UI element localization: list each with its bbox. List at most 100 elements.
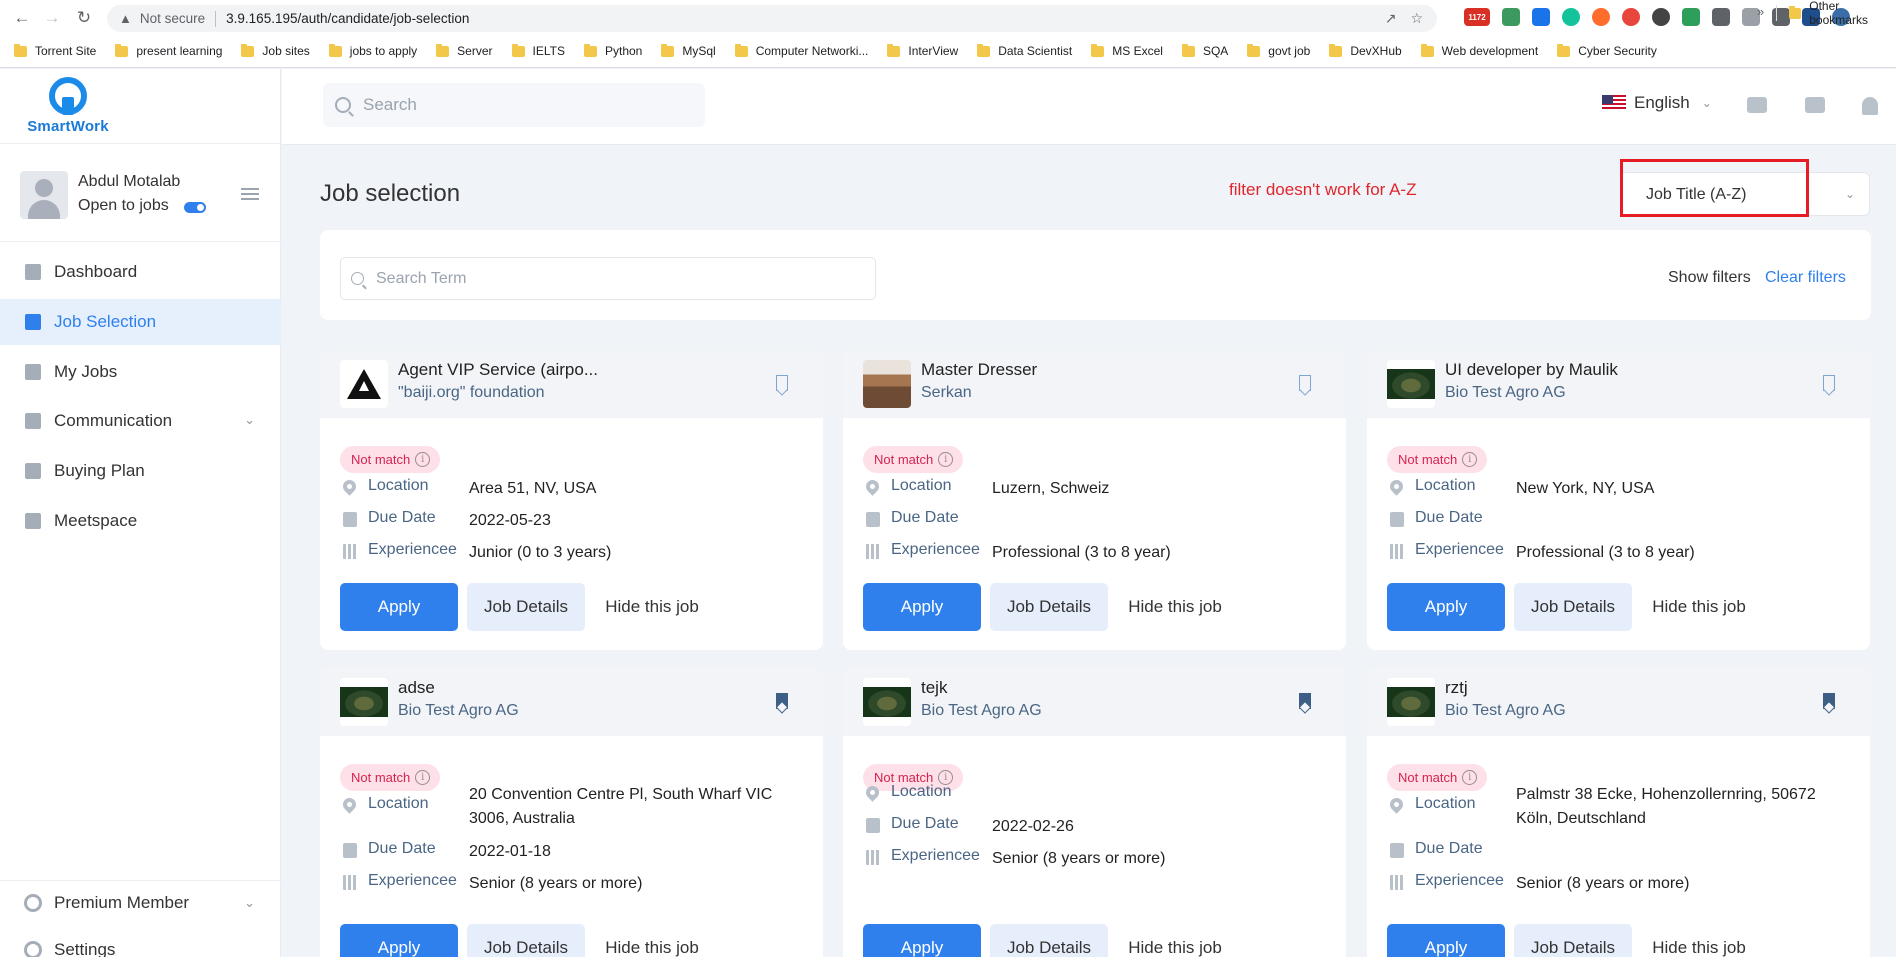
hide-job-button[interactable]: Hide this job <box>1115 583 1235 631</box>
apply-button[interactable]: Apply <box>340 583 458 631</box>
bookmark-item[interactable]: DevXHub <box>1329 43 1402 58</box>
job-details-button[interactable]: Job Details <box>990 583 1108 631</box>
bookmark-item[interactable]: Web development <box>1420 43 1538 58</box>
bookmark-item[interactable]: Cyber Security <box>1557 43 1657 58</box>
company-name[interactable]: "baiji.org" foundation <box>398 384 545 402</box>
company-name[interactable]: Bio Test Agro AG <box>921 702 1042 720</box>
bookmark-icon[interactable] <box>776 375 788 391</box>
hide-job-button[interactable]: Hide this job <box>1639 924 1759 957</box>
close-circle-extension-icon[interactable] <box>1592 8 1610 26</box>
job-title[interactable]: rztj <box>1445 678 1468 698</box>
url-text[interactable]: 3.9.165.195/auth/candidate/job-selection <box>226 11 469 26</box>
grammarly-icon[interactable] <box>1562 8 1580 26</box>
bookmark-item[interactable]: IELTS <box>511 43 565 58</box>
forward-arrow-icon[interactable]: → <box>40 7 64 29</box>
info-icon[interactable]: i <box>415 770 431 785</box>
bookmark-item[interactable]: InterView <box>887 43 958 58</box>
reload-icon[interactable]: ↻ <box>72 7 96 29</box>
job-details-button[interactable]: Job Details <box>1514 924 1632 957</box>
bookmark-item[interactable]: present learning <box>115 43 222 58</box>
bell-icon[interactable] <box>1862 97 1878 115</box>
show-filters-link[interactable]: Show filters <box>1668 269 1751 287</box>
search-term-field[interactable] <box>340 257 876 300</box>
shield-extension-icon[interactable] <box>1502 8 1520 26</box>
hide-job-button[interactable]: Hide this job <box>592 924 712 957</box>
bookmark-item[interactable]: Torrent Site <box>14 43 96 58</box>
share-icon[interactable]: ↗ <box>1385 10 1397 27</box>
apply-button[interactable]: Apply <box>340 924 458 957</box>
language-selector[interactable]: English ⌄ <box>1602 93 1712 113</box>
bookmark-item[interactable]: Server <box>436 43 493 58</box>
other-bookmarks[interactable]: Other bookmarks <box>1789 0 1896 27</box>
job-details-button[interactable]: Job Details <box>1514 583 1632 631</box>
open-to-jobs-toggle[interactable] <box>184 202 206 213</box>
sidebar-item-my-jobs[interactable]: My Jobs <box>0 349 281 395</box>
bookmark-icon[interactable] <box>776 693 788 709</box>
bookmark-icon[interactable] <box>1299 693 1311 709</box>
job-title[interactable]: UI developer by Maulik <box>1445 360 1618 380</box>
company-name[interactable]: Bio Test Agro AG <box>1445 702 1566 720</box>
sidebar-item-communication[interactable]: Communication ⌄ <box>0 398 281 444</box>
avatar[interactable] <box>20 171 68 219</box>
job-title[interactable]: adse <box>398 678 435 698</box>
gmail-extension-icon[interactable]: 1172 <box>1464 8 1490 26</box>
code-extension-icon[interactable] <box>1682 8 1700 26</box>
info-icon[interactable]: i <box>1462 770 1478 785</box>
apply-button[interactable]: Apply <box>863 583 981 631</box>
job-title[interactable]: tejk <box>921 678 947 698</box>
hide-job-button[interactable]: Hide this job <box>1115 924 1235 957</box>
job-title[interactable]: Agent VIP Service (airpo... <box>398 360 598 380</box>
star-icon[interactable]: ☆ <box>1410 10 1423 27</box>
global-search[interactable] <box>323 83 705 127</box>
bookmark-item[interactable]: Job sites <box>241 43 310 58</box>
red-extension-icon[interactable] <box>1622 8 1640 26</box>
sidebar-item-dashboard[interactable]: Dashboard <box>0 249 281 295</box>
drop-extension-icon[interactable] <box>1532 8 1550 26</box>
bookmark-item[interactable]: Computer Networki... <box>734 43 868 58</box>
logo[interactable]: SmartWork <box>18 77 118 135</box>
mouse-extension-icon[interactable] <box>1652 8 1670 26</box>
company-name[interactable]: Serkan <box>921 384 972 402</box>
sidebar-item-buying-plan[interactable]: Buying Plan <box>0 448 281 494</box>
bookmark-item[interactable]: govt job <box>1247 43 1310 58</box>
bookmark-icon[interactable] <box>1299 375 1311 391</box>
bookmark-item[interactable]: Data Scientist <box>977 43 1072 58</box>
apply-button[interactable]: Apply <box>863 924 981 957</box>
puzzle-icon[interactable] <box>1772 8 1790 26</box>
apply-button[interactable]: Apply <box>1387 583 1505 631</box>
clear-filters-link[interactable]: Clear filters <box>1765 269 1846 287</box>
info-icon[interactable]: i <box>415 452 431 467</box>
hide-job-button[interactable]: Hide this job <box>592 583 712 631</box>
sidebar-item-job-selection[interactable]: Job Selection <box>0 299 281 345</box>
bookmark-item[interactable]: Python <box>583 43 642 58</box>
bookmark-item[interactable]: jobs to apply <box>328 43 417 58</box>
menu-icon[interactable] <box>241 188 259 200</box>
back-arrow-icon[interactable]: ← <box>10 7 34 29</box>
bookmark-item[interactable]: MS Excel <box>1091 43 1163 58</box>
job-title[interactable]: Master Dresser <box>921 360 1037 380</box>
job-details-button[interactable]: Job Details <box>467 583 585 631</box>
hide-job-button[interactable]: Hide this job <box>1639 583 1759 631</box>
job-details-button[interactable]: Job Details <box>467 924 585 957</box>
company-name[interactable]: Bio Test Agro AG <box>398 702 519 720</box>
bookmark-item[interactable]: SQA <box>1181 43 1228 58</box>
sidebar-item-meetspace[interactable]: Meetspace <box>0 498 281 544</box>
info-icon[interactable]: i <box>938 452 954 467</box>
company-name[interactable]: Bio Test Agro AG <box>1445 384 1566 402</box>
video-icon[interactable] <box>1805 97 1825 113</box>
search-term-input[interactable] <box>376 269 856 288</box>
bookmark-icon[interactable] <box>1823 375 1835 391</box>
address-bar[interactable]: ▲ Not secure 3.9.165.195/auth/candidate/… <box>107 5 1437 32</box>
bookmark-item[interactable]: MySql <box>661 43 716 58</box>
job-details-button[interactable]: Job Details <box>990 924 1108 957</box>
bookmark-icon[interactable] <box>1823 693 1835 709</box>
search-input[interactable] <box>363 95 683 115</box>
apply-button[interactable]: Apply <box>1387 924 1505 957</box>
info-icon[interactable]: i <box>1462 452 1478 467</box>
bookmarks-overflow-icon[interactable]: » <box>1757 4 1764 19</box>
sidebar-item-settings[interactable]: Settings <box>0 932 281 957</box>
screen-capture-icon[interactable] <box>1712 8 1730 26</box>
sidebar-item-label: Premium Member <box>54 893 190 912</box>
sidebar-item-premium-member[interactable]: Premium Member ⌄ <box>0 885 281 921</box>
chat-icon[interactable] <box>1747 97 1767 113</box>
